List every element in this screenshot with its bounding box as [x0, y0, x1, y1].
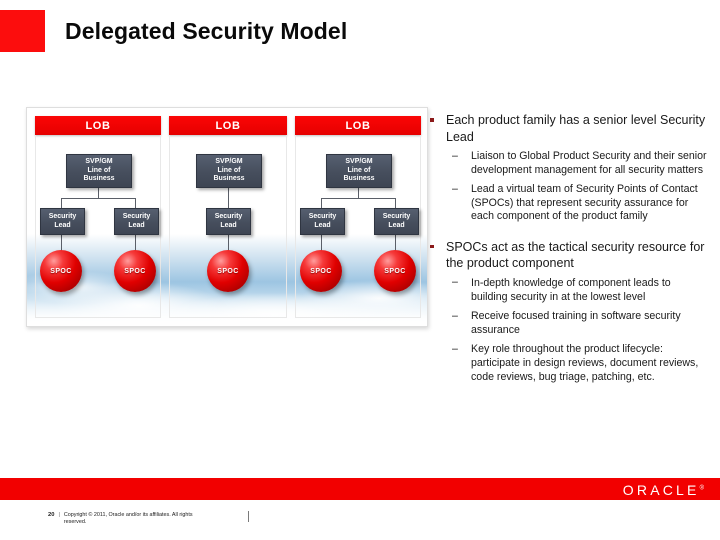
bullet-level1: SPOCs act as the tactical security resou… [424, 239, 710, 272]
lob-header-3: LOB [295, 116, 421, 135]
oracle-logo: ORACLE® [623, 482, 704, 498]
bullet-level2: Lead a virtual team of Security Points o… [424, 183, 710, 224]
bullet-level2: Key role throughout the product lifecycl… [424, 343, 710, 384]
spoc-sphere: SPOC [207, 250, 249, 292]
spoc-sphere: SPOC [374, 250, 416, 292]
slide-number: 20 [48, 512, 55, 518]
lob-header-1: LOB [35, 116, 161, 135]
security-lead-line2: Lead [220, 221, 237, 229]
svp-line3: Business [83, 175, 115, 183]
lob-column-3: LOB SVP/GM Line of Business Security Lea… [295, 116, 421, 318]
svp-line3: Business [213, 175, 245, 183]
bullet-level2: Liaison to Global Product Security and t… [424, 149, 710, 177]
delegated-security-model-diagram: LOB SVP/GM Line of Business Security Lea… [26, 107, 428, 327]
spoc-sphere: SPOC [300, 250, 342, 292]
bullet-level1: Each product family has a senior level S… [424, 112, 710, 145]
security-lead-box: Security Lead [114, 208, 159, 235]
svp-line2: Line of [87, 166, 111, 174]
lob-column-1: LOB SVP/GM Line of Business Security Lea… [35, 116, 161, 318]
spoc-label: SPOC [217, 267, 239, 275]
svp-gm-box-1: SVP/GM Line of Business [66, 154, 132, 188]
page-title: Delegated Security Model [65, 18, 348, 44]
svp-line2: Line of [347, 166, 371, 174]
security-lead-line1: Security [122, 212, 151, 220]
spoc-label: SPOC [50, 267, 72, 275]
connector-line [321, 198, 396, 199]
connector-line [228, 186, 229, 208]
svp-line3: Business [343, 175, 375, 183]
security-lead-box: Security Lead [206, 208, 251, 235]
oracle-wordmark: ORACLE [622, 482, 700, 498]
lob-header-2: LOB [169, 116, 287, 135]
svp-line1: SVP/GM [85, 158, 113, 166]
copyright-text: Copyright © 2011, Oracle and/or its affi… [63, 512, 193, 525]
lob-column-2: LOB SVP/GM Line of Business Security Lea… [169, 116, 287, 318]
footer-red-bar [0, 478, 720, 500]
security-lead-line1: Security [48, 212, 77, 220]
svp-gm-box-3: SVP/GM Line of Business [326, 154, 392, 188]
spoc-label: SPOC [124, 267, 146, 275]
title-accent-block [0, 10, 45, 52]
bullet-content: Each product family has a senior level S… [424, 112, 710, 390]
security-lead-box: Security Lead [300, 208, 345, 235]
footer-tail-separator [248, 511, 249, 522]
bullet-level2: Receive focused training in software sec… [424, 310, 710, 337]
svp-line1: SVP/GM [345, 158, 373, 166]
spoc-label: SPOC [384, 267, 406, 275]
footer-copyright-block: 20 | Copyright © 2011, Oracle and/or its… [48, 512, 214, 526]
security-lead-line2: Lead [388, 221, 405, 229]
security-lead-line2: Lead [314, 221, 331, 229]
spoc-sphere: SPOC [114, 250, 156, 292]
security-lead-line2: Lead [128, 221, 145, 229]
connector-line [321, 198, 322, 208]
security-lead-box: Security Lead [374, 208, 419, 235]
spoc-sphere: SPOC [40, 250, 82, 292]
bullet-level2: In-depth knowledge of component leads to… [424, 276, 710, 304]
security-lead-line1: Security [214, 212, 243, 220]
security-lead-line1: Security [308, 212, 337, 220]
security-lead-box: Security Lead [40, 208, 85, 235]
security-lead-line2: Lead [54, 221, 71, 229]
connector-line [135, 198, 136, 208]
security-lead-line1: Security [382, 212, 411, 220]
spoc-label: SPOC [310, 267, 332, 275]
bullet-spacer [424, 230, 710, 239]
svp-line2: Line of [217, 166, 241, 174]
svp-line1: SVP/GM [215, 158, 243, 166]
connector-line [395, 198, 396, 208]
connector-line [61, 198, 62, 208]
connector-line [61, 198, 136, 199]
svp-gm-box-2: SVP/GM Line of Business [196, 154, 262, 188]
registered-mark: ® [699, 485, 704, 492]
